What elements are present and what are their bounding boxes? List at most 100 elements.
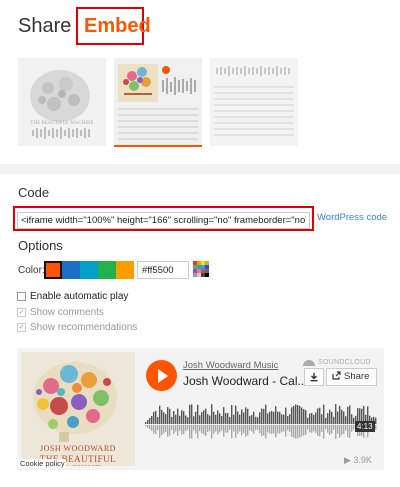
waveform-reflection-bar — [169, 425, 171, 436]
waveform-reflection-bar — [319, 425, 321, 437]
color-label: Color: — [18, 265, 45, 276]
waveform-reflection-bar — [315, 425, 317, 434]
waveform-bar — [299, 405, 301, 424]
waveform-reflection-bar — [211, 425, 213, 439]
waveform-reflection-bar — [273, 425, 275, 434]
waveform-bar — [219, 413, 221, 424]
waveform-reflection-bar — [333, 425, 335, 431]
tab-share[interactable]: Share — [18, 15, 71, 38]
waveform-bar — [233, 414, 235, 424]
waveform-bar — [265, 404, 267, 424]
waveform-bar — [185, 415, 187, 424]
waveform-reflection-bar — [183, 425, 185, 434]
waveform-bar — [289, 414, 291, 424]
waveform-reflection-bar — [191, 425, 193, 439]
waveform-bar — [207, 414, 209, 424]
download-icon — [310, 373, 318, 382]
share-icon — [332, 371, 341, 380]
waveform-bar — [343, 411, 345, 424]
embed-code-input[interactable] — [17, 212, 310, 229]
waveform-reflection-bar — [193, 425, 195, 431]
tab-embed[interactable]: Embed — [76, 7, 151, 45]
waveform-reflection-bar — [153, 425, 155, 434]
waveform-bar — [199, 415, 201, 424]
play-count: ▶ 3.9K — [344, 455, 372, 465]
selected-style-indicator — [114, 145, 202, 147]
waveform-reflection-bar — [323, 425, 325, 439]
waveform-bar — [177, 408, 179, 424]
waveform-bar — [195, 411, 197, 424]
track-artwork[interactable]: JOSH WOODWARD THE BEAUTIFUL MACHINE — [21, 352, 135, 466]
autoplay-checkbox[interactable] — [17, 292, 26, 301]
waveform-bar — [181, 410, 183, 424]
show-recommendations-option: ✓ Show recommendations — [17, 322, 137, 333]
waveform-bar — [209, 415, 211, 424]
waveform-bar — [335, 404, 337, 424]
widget-style-minimal[interactable] — [210, 58, 298, 146]
swatch-cyan[interactable] — [80, 261, 98, 279]
waveform-bar — [297, 405, 299, 424]
waveform-reflection-bar — [375, 425, 377, 430]
swatch-orange[interactable] — [44, 261, 62, 279]
waveform-reflection-bar — [259, 425, 261, 434]
color-swatches — [44, 261, 134, 279]
waveform-bar — [205, 408, 207, 424]
waveform-reflection-bar — [351, 425, 353, 432]
waveform-reflection-bar — [271, 425, 273, 435]
waveform-reflection-bar — [159, 425, 161, 438]
play-button[interactable] — [146, 360, 177, 391]
color-hex-input[interactable] — [137, 261, 189, 279]
waveform-reflection-bar — [269, 425, 271, 434]
show-comments-label: Show comments — [30, 307, 104, 318]
waveform-bar — [283, 414, 285, 424]
waveform-reflection-bar — [207, 425, 209, 432]
play-icon — [158, 369, 168, 383]
waveform-bar — [349, 405, 351, 424]
waveform-reflection-bar — [321, 425, 323, 432]
swatch-amber[interactable] — [116, 261, 134, 279]
waveform-bar — [157, 416, 159, 424]
waveform-bar — [307, 417, 309, 424]
waveform-bar — [179, 415, 181, 424]
track-title[interactable]: Josh Woodward - Cal... — [183, 374, 308, 388]
waveform-reflection-bar — [343, 425, 345, 434]
waveform-reflection-bar — [335, 425, 337, 439]
waveform-bar — [187, 417, 189, 424]
embed-code-highlight — [13, 206, 314, 231]
cookie-policy-link[interactable]: Cookie policy — [19, 459, 66, 468]
waveform-bar — [263, 408, 265, 424]
waveform-reflection-bar — [243, 425, 245, 434]
waveform-bar — [325, 417, 327, 424]
waveform-bar — [167, 407, 169, 424]
track-duration: 4:13 — [355, 421, 375, 432]
waveform-bar — [165, 414, 167, 424]
waveform-reflection-bar — [233, 425, 235, 432]
soundcloud-logo[interactable]: SOUNDCLOUD — [303, 359, 371, 366]
waveform-bar — [257, 417, 259, 424]
waveform-bar — [161, 409, 163, 424]
color-palette-icon[interactable] — [193, 261, 209, 277]
waveform-bar — [339, 405, 341, 424]
waveform-bar — [169, 408, 171, 424]
swatch-blue[interactable] — [62, 261, 80, 279]
wordpress-code-link[interactable]: WordPress code — [317, 212, 387, 223]
swatch-green[interactable] — [98, 261, 116, 279]
waveform-bar — [275, 406, 277, 424]
autoplay-option[interactable]: Enable automatic play — [17, 291, 128, 302]
waveform-bar — [317, 408, 319, 424]
waveform-bar — [327, 412, 329, 424]
download-button[interactable] — [304, 368, 324, 386]
waveform-reflection-bar — [247, 425, 249, 436]
waveform-bar — [255, 416, 257, 424]
widget-style-classic[interactable] — [114, 58, 202, 146]
share-button[interactable]: Share — [326, 368, 377, 386]
waveform-bar — [309, 413, 311, 424]
show-recommendations-label: Show recommendations — [30, 322, 138, 333]
waveform-bar — [197, 404, 199, 424]
soundcloud-cloud-icon — [303, 359, 315, 366]
waveform-reflection-bar — [261, 425, 263, 436]
artist-link[interactable]: Josh Woodward Music — [183, 360, 278, 371]
waveform[interactable] — [145, 398, 377, 448]
widget-style-artwork-visual[interactable]: THE BEAUTIFUL MACHINE — [18, 58, 106, 146]
waveform-reflection-bar — [307, 425, 309, 430]
